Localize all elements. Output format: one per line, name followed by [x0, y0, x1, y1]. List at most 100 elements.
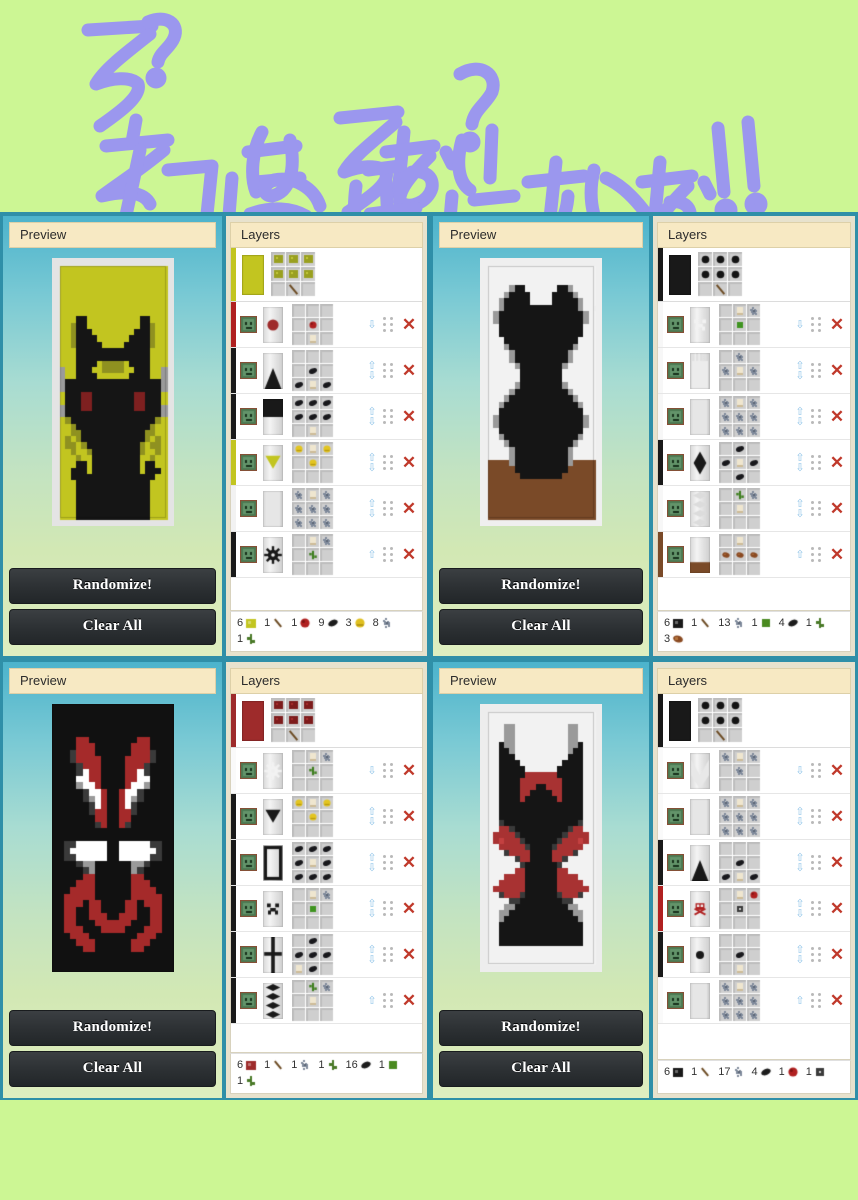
- reorder-arrows[interactable]: ⇧: [792, 549, 808, 560]
- pattern-swatch[interactable]: [260, 306, 286, 343]
- delete-layer-icon[interactable]: ✕: [824, 362, 850, 379]
- pattern-swatch[interactable]: [260, 752, 286, 789]
- pattern-swatch[interactable]: [687, 536, 713, 573]
- move-down-icon[interactable]: ⇩: [795, 765, 804, 776]
- layer-row[interactable]: ⇧ ⇩ ✕: [231, 440, 422, 486]
- randomize-button-2[interactable]: Randomize!: [439, 568, 643, 604]
- loom-icon[interactable]: [663, 946, 687, 963]
- move-up-icon[interactable]: ⇧: [367, 406, 376, 417]
- move-up-icon[interactable]: ⇧: [795, 360, 804, 371]
- layer-row[interactable]: ⇧ ⇩ ✕: [231, 486, 422, 532]
- reorder-arrows[interactable]: ⇧ ⇩: [792, 898, 808, 919]
- base-layer-row[interactable]: [231, 694, 422, 748]
- delete-layer-icon[interactable]: ✕: [824, 500, 850, 517]
- loom-icon[interactable]: [236, 992, 260, 1009]
- layer-row[interactable]: ⇧ ⇩ ✕: [231, 840, 422, 886]
- layer-row[interactable]: ⇧ ⇩ ✕: [658, 486, 850, 532]
- move-down-icon[interactable]: ⇩: [367, 862, 376, 873]
- clear-all-button-3[interactable]: Clear All: [9, 1051, 216, 1087]
- loom-icon[interactable]: [663, 992, 687, 1009]
- pattern-swatch[interactable]: [687, 798, 713, 835]
- randomize-button-3[interactable]: Randomize!: [9, 1010, 216, 1046]
- loom-icon[interactable]: [236, 546, 260, 563]
- layer-row[interactable]: ⇧ ⇩ ✕: [231, 348, 422, 394]
- drag-handle-icon[interactable]: [380, 363, 396, 378]
- drag-handle-icon[interactable]: [380, 947, 396, 962]
- move-up-icon[interactable]: ⇧: [367, 452, 376, 463]
- layer-row[interactable]: ⇧ ⇩ ✕: [658, 794, 850, 840]
- loom-icon[interactable]: [663, 408, 687, 425]
- pattern-swatch[interactable]: [260, 890, 286, 927]
- move-up-icon[interactable]: ⇧: [795, 406, 804, 417]
- layer-row[interactable]: ⇧ ⇩ ✕: [231, 794, 422, 840]
- move-down-icon[interactable]: ⇩: [367, 765, 376, 776]
- reorder-arrows[interactable]: ⇧ ⇩: [364, 806, 380, 827]
- loom-icon[interactable]: [663, 454, 687, 471]
- move-up-icon[interactable]: ⇧: [795, 898, 804, 909]
- drag-handle-icon[interactable]: [808, 455, 824, 470]
- loom-icon[interactable]: [236, 762, 260, 779]
- reorder-arrows[interactable]: ⇧ ⇩: [792, 806, 808, 827]
- move-down-icon[interactable]: ⇩: [795, 954, 804, 965]
- move-down-icon[interactable]: ⇩: [795, 862, 804, 873]
- loom-icon[interactable]: [236, 454, 260, 471]
- reorder-arrows[interactable]: ⇩: [364, 319, 380, 330]
- drag-handle-icon[interactable]: [808, 763, 824, 778]
- delete-layer-icon[interactable]: ✕: [396, 362, 422, 379]
- layers-list-4[interactable]: ⇩ ✕ ⇧ ⇩ ✕ ⇧ ⇩ ✕ ⇧ ⇩ ✕ ⇧ ⇩ ✕ ⇧ ✕: [657, 694, 851, 1060]
- drag-handle-icon[interactable]: [380, 993, 396, 1008]
- reorder-arrows[interactable]: ⇧ ⇩: [792, 498, 808, 519]
- delete-layer-icon[interactable]: ✕: [824, 454, 850, 471]
- layer-row[interactable]: ⇧ ⇩ ✕: [658, 886, 850, 932]
- pattern-swatch[interactable]: [260, 798, 286, 835]
- randomize-button-4[interactable]: Randomize!: [439, 1010, 643, 1046]
- move-down-icon[interactable]: ⇩: [367, 816, 376, 827]
- clear-all-button-4[interactable]: Clear All: [439, 1051, 643, 1087]
- loom-icon[interactable]: [663, 546, 687, 563]
- pattern-swatch[interactable]: [687, 398, 713, 435]
- move-up-icon[interactable]: ⇧: [795, 852, 804, 863]
- move-up-icon[interactable]: ⇧: [795, 806, 804, 817]
- pattern-swatch[interactable]: [687, 444, 713, 481]
- loom-icon[interactable]: [663, 808, 687, 825]
- move-up-icon[interactable]: ⇧: [367, 852, 376, 863]
- pattern-swatch[interactable]: [260, 398, 286, 435]
- loom-icon[interactable]: [663, 762, 687, 779]
- pattern-swatch[interactable]: [260, 490, 286, 527]
- move-up-icon[interactable]: ⇧: [367, 898, 376, 909]
- loom-icon[interactable]: [236, 946, 260, 963]
- pattern-swatch[interactable]: [260, 982, 286, 1019]
- layer-row[interactable]: ⇧ ⇩ ✕: [658, 932, 850, 978]
- layer-row[interactable]: ⇩ ✕: [231, 302, 422, 348]
- loom-icon[interactable]: [236, 854, 260, 871]
- layers-list-2[interactable]: ⇩ ✕ ⇧ ⇩ ✕ ⇧ ⇩ ✕ ⇧ ⇩ ✕ ⇧ ⇩ ✕ ⇧ ✕: [657, 248, 851, 611]
- reorder-arrows[interactable]: ⇧ ⇩: [792, 852, 808, 873]
- reorder-arrows[interactable]: ⇧ ⇩: [364, 898, 380, 919]
- drag-handle-icon[interactable]: [808, 947, 824, 962]
- drag-handle-icon[interactable]: [808, 993, 824, 1008]
- drag-handle-icon[interactable]: [380, 855, 396, 870]
- reorder-arrows[interactable]: ⇧ ⇩: [364, 452, 380, 473]
- delete-layer-icon[interactable]: ✕: [396, 992, 422, 1009]
- drag-handle-icon[interactable]: [380, 409, 396, 424]
- loom-icon[interactable]: [663, 316, 687, 333]
- pattern-swatch[interactable]: [687, 844, 713, 881]
- move-up-icon[interactable]: ⇧: [795, 452, 804, 463]
- pattern-swatch[interactable]: [260, 536, 286, 573]
- reorder-arrows[interactable]: ⇧: [364, 995, 380, 1006]
- layers-list-1[interactable]: ⇩ ✕ ⇧ ⇩ ✕ ⇧ ⇩ ✕ ⇧ ⇩ ✕ ⇧ ⇩ ✕ ⇧ ✕: [230, 248, 423, 611]
- drag-handle-icon[interactable]: [808, 363, 824, 378]
- randomize-button-1[interactable]: Randomize!: [9, 568, 216, 604]
- delete-layer-icon[interactable]: ✕: [824, 854, 850, 871]
- layer-row[interactable]: ⇧ ✕: [231, 532, 422, 578]
- base-layer-row[interactable]: [231, 248, 422, 302]
- pattern-swatch[interactable]: [260, 844, 286, 881]
- loom-icon[interactable]: [236, 900, 260, 917]
- move-down-icon[interactable]: ⇩: [795, 319, 804, 330]
- move-up-icon[interactable]: ⇧: [367, 944, 376, 955]
- delete-layer-icon[interactable]: ✕: [396, 500, 422, 517]
- move-up-icon[interactable]: ⇧: [367, 549, 376, 560]
- drag-handle-icon[interactable]: [808, 809, 824, 824]
- layer-row[interactable]: ⇧ ⇩ ✕: [231, 932, 422, 978]
- loom-icon[interactable]: [236, 808, 260, 825]
